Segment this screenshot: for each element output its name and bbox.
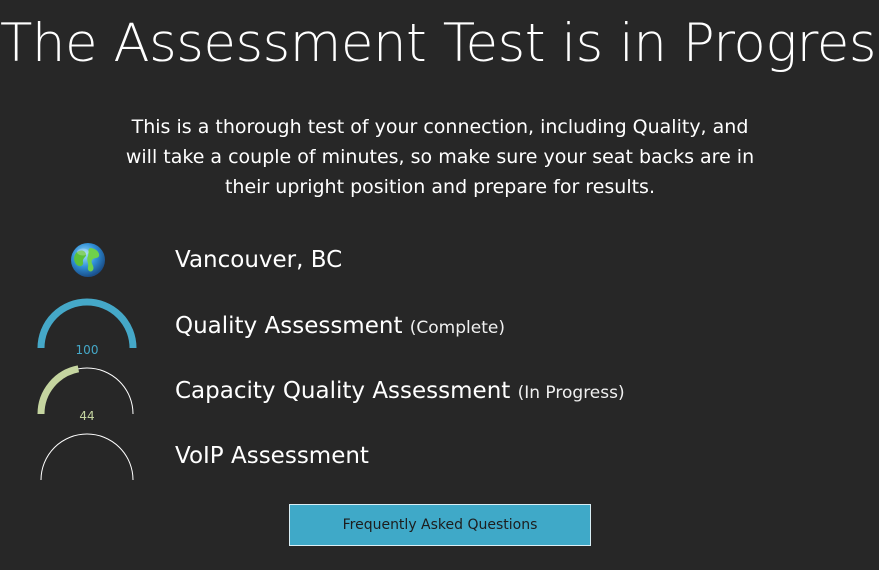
assessment-status: (In Progress) [517, 383, 625, 403]
assessment-label: Capacity Quality Assessment [175, 378, 511, 404]
assessment-status: (Complete) [409, 318, 505, 338]
page-title: The Assessment Test is in Progress [0, 13, 879, 74]
voip-gauge [35, 428, 139, 492]
quality-gauge: 100 [35, 296, 139, 360]
assessment-row-quality: Quality Assessment (Complete) [175, 310, 505, 344]
assessment-label: Quality Assessment [175, 313, 403, 339]
assessment-page: The Assessment Test is in Progress This … [0, 0, 879, 570]
globe-icon [68, 240, 108, 280]
intro-text: This is a thorough test of your connecti… [125, 116, 755, 198]
capacity-quality-gauge-value: 44 [79, 409, 94, 423]
assessment-row-voip: VoIP Assessment [175, 440, 369, 474]
capacity-quality-gauge: 44 [35, 362, 139, 426]
assessment-label: VoIP Assessment [175, 443, 369, 469]
assessment-row-capacity-quality: Capacity Quality Assessment (In Progress… [175, 375, 625, 409]
location-label: Vancouver, BC [175, 247, 343, 273]
quality-gauge-value: 100 [76, 343, 99, 357]
faq-button[interactable]: Frequently Asked Questions [289, 504, 591, 546]
